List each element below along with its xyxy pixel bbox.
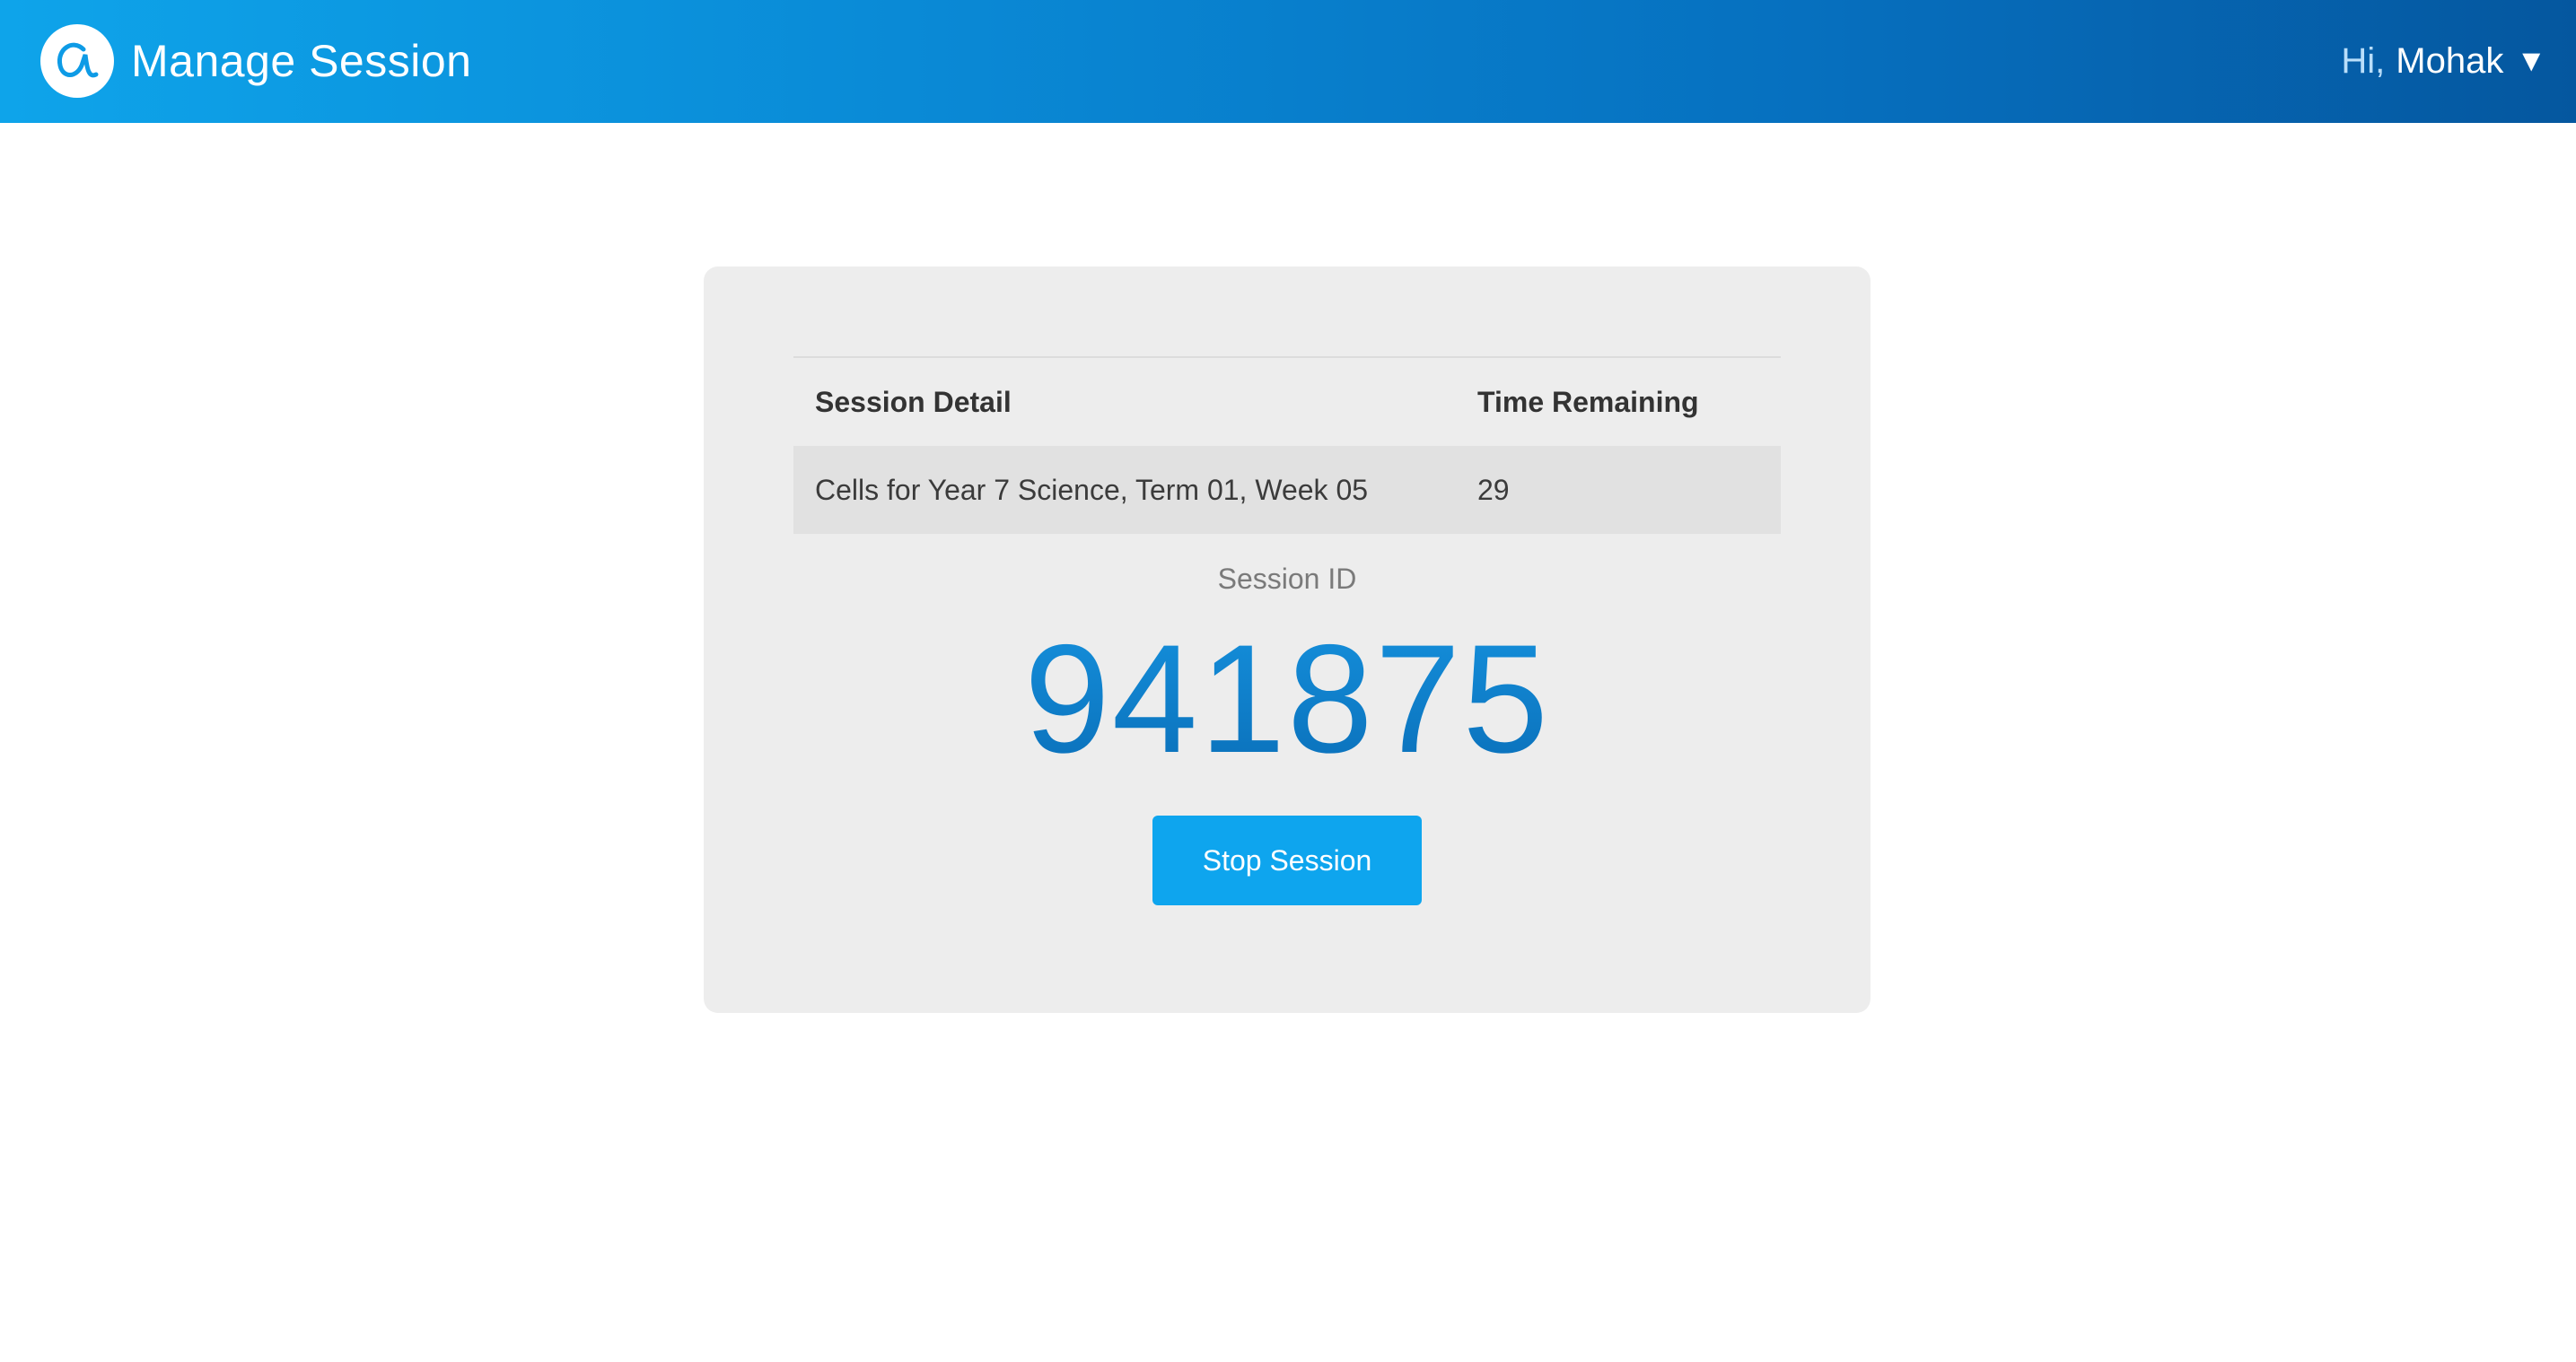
column-header-session-detail: Session Detail <box>815 385 1012 418</box>
column-header-time-remaining: Time Remaining <box>1477 385 1699 418</box>
greeting-text: Hi, <box>2341 41 2386 81</box>
session-card: Session Detail Time Remaining Cells for … <box>704 266 1871 1013</box>
user-menu-toggle[interactable]: Hi, Mohak ▼ <box>2341 34 2546 88</box>
caret-down-icon: ▼ <box>2516 44 2546 78</box>
session-id-value: 941875 <box>704 618 1871 780</box>
alpha-icon <box>57 42 99 78</box>
table-row: Cells for Year 7 Science, Term 01, Week … <box>793 446 1781 534</box>
session-table: Session Detail Time Remaining Cells for … <box>793 356 1781 534</box>
stop-session-button[interactable]: Stop Session <box>1152 816 1422 905</box>
top-bar: Manage Session Hi, Mohak ▼ <box>0 0 2576 123</box>
time-remaining-cell: 29 <box>1477 473 1510 506</box>
session-id-label: Session ID <box>1217 563 1357 595</box>
table-header-row: Session Detail Time Remaining <box>793 358 1781 446</box>
username-text: Mohak <box>2396 41 2504 81</box>
page-title: Manage Session <box>131 36 472 86</box>
session-detail-cell: Cells for Year 7 Science, Term 01, Week … <box>815 473 1369 506</box>
alpha-logo-icon[interactable] <box>40 24 114 98</box>
